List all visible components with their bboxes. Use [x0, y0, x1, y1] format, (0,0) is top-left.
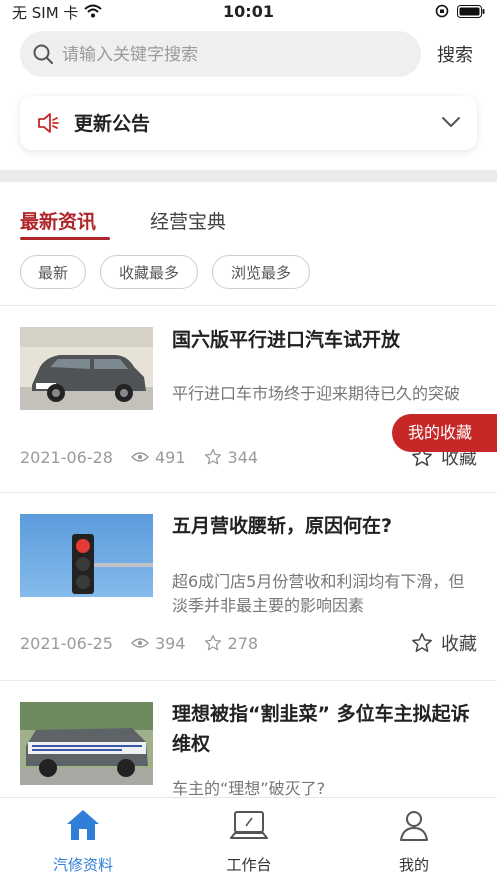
star-count: 344	[227, 447, 259, 467]
tab-label: 我的	[398, 856, 429, 874]
status-bar: 无 SIM 卡 10:01	[0, 0, 497, 26]
article-title: 国六版平行进口汽车试开放	[172, 329, 401, 351]
filter-most-viewed[interactable]: 浏览最多	[212, 255, 310, 289]
article-date: 2021-06-25	[20, 633, 113, 653]
view-count: 394	[154, 633, 186, 653]
bottom-tab-bar: 汽修资料 工作台 我的	[0, 797, 497, 884]
notice-title: 更新公告	[74, 113, 151, 135]
tab-repair-data[interactable]: 汽修资料	[23, 808, 143, 875]
search-icon	[32, 43, 54, 69]
orientation-lock-icon	[435, 4, 449, 22]
article-date: 2021-06-28	[20, 447, 113, 467]
article-meta: 2021-06-25 394 278	[20, 632, 276, 654]
home-icon	[23, 808, 143, 844]
collect-button[interactable]: 收藏	[411, 630, 477, 656]
divider	[0, 492, 497, 493]
section-divider	[0, 170, 497, 182]
article-title: 五月营收腰斩，原因何在?	[172, 515, 393, 537]
laptop-icon	[189, 808, 309, 844]
view-count: 491	[154, 447, 186, 467]
tab-label: 工作台	[226, 856, 272, 874]
search-row: 搜索	[20, 31, 482, 79]
filter-latest[interactable]: 最新	[20, 255, 86, 289]
article-title: 理想被指“割韭菜” 多位车主拟起诉维权	[172, 703, 470, 755]
search-input[interactable]	[60, 31, 414, 79]
battery-icon	[457, 4, 485, 22]
eye-icon	[130, 637, 149, 649]
article-desc: 平行进口车市场终于迎来期待已久的突破	[172, 384, 461, 403]
tab-label: 汽修资料	[52, 856, 113, 874]
tab-active-indicator	[20, 237, 110, 240]
star-outline-icon	[204, 634, 222, 652]
divider	[0, 305, 497, 306]
my-favorites-button[interactable]: 我的收藏	[392, 414, 497, 452]
tab-business-guide[interactable]: 经营宝典	[150, 207, 226, 234]
speaker-icon	[36, 111, 60, 139]
notice-dropdown[interactable]: 更新公告	[20, 96, 477, 150]
collect-label: 收藏	[441, 634, 477, 655]
article-thumbnail-suv	[20, 327, 153, 410]
tab-workbench[interactable]: 工作台	[189, 808, 309, 875]
article-thumbnail-protest-car	[20, 702, 153, 785]
star-count: 278	[227, 633, 259, 653]
filter-most-collected[interactable]: 收藏最多	[100, 255, 198, 289]
chevron-down-icon[interactable]	[441, 114, 461, 133]
article-desc: 超6成门店5月份营收和利润均有下滑，但淡季并非最主要的影响因素	[172, 572, 465, 615]
star-outline-icon	[411, 632, 433, 654]
article-meta: 2021-06-28 491 344	[20, 446, 276, 468]
tab-latest-news[interactable]: 最新资讯	[20, 207, 96, 234]
star-outline-icon	[204, 448, 222, 466]
eye-icon	[130, 451, 149, 463]
search-box[interactable]	[20, 31, 421, 79]
tab-mine[interactable]: 我的	[354, 808, 474, 875]
article-thumbnail-traffic-light	[20, 514, 153, 597]
divider	[0, 680, 497, 681]
search-button[interactable]: 搜索	[437, 41, 473, 67]
status-time: 10:01	[223, 2, 274, 21]
user-icon	[354, 808, 474, 844]
status-right	[435, 4, 485, 22]
